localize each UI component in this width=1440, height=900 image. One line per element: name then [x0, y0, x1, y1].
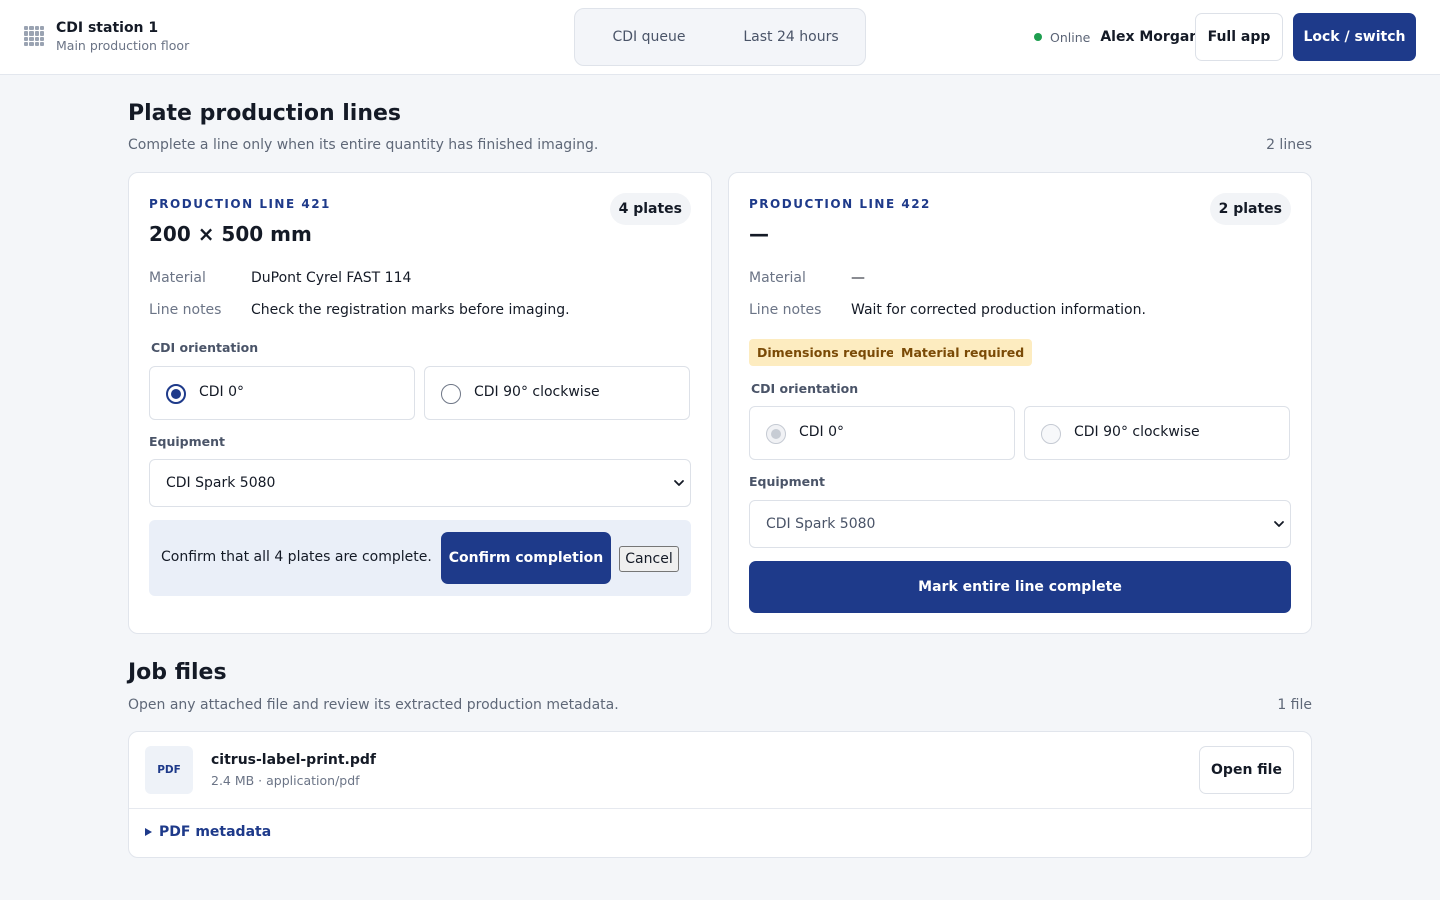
files-section-description: Open any attached file and review its ex…: [128, 697, 619, 713]
notes-value: Wait for corrected production informatio…: [851, 302, 1146, 318]
chevron-down-icon: [674, 480, 684, 486]
file-name: citrus-label-print.pdf: [211, 752, 377, 768]
equipment-select[interactable]: CDI Spark 5080: [149, 459, 691, 507]
orientation-label: CDI orientation: [151, 340, 259, 355]
orientation-option-cdi-90[interactable]: CDI 90° clockwise: [1024, 406, 1290, 460]
confirm-completion-panel: Confirm that all 4 plates are complete. …: [149, 520, 691, 596]
plates-count-badge: 4 plates: [609, 193, 691, 225]
radio-label: CDI 0°: [799, 424, 845, 440]
production-line-card-421: PRODUCTION LINE 421 200 × 500 mm 4 plate…: [128, 172, 712, 634]
tab-last-24-hours[interactable]: Last 24 hours: [735, 9, 847, 65]
equipment-selected-value: CDI Spark 5080: [766, 516, 876, 532]
radio-unchecked-icon[interactable]: [441, 384, 461, 404]
confirm-completion-button[interactable]: Confirm completion: [441, 532, 611, 584]
full-app-button[interactable]: Full app: [1195, 13, 1283, 61]
cancel-button[interactable]: Cancel: [619, 546, 679, 572]
files-count: 1 file: [1277, 697, 1312, 713]
notes-value: Check the registration marks before imag…: [251, 302, 570, 318]
material-value: DuPont Cyrel FAST 114: [251, 270, 412, 286]
orientation-option-cdi-0[interactable]: CDI 0°: [149, 366, 415, 420]
material-label: Material: [149, 270, 206, 286]
online-status-icon: [1034, 33, 1042, 41]
radio-label: CDI 90° clockwise: [1074, 424, 1200, 440]
confirm-prompt: Confirm that all 4 plates are complete.: [161, 549, 432, 565]
caret-right-icon: [145, 828, 152, 836]
notes-label: Line notes: [149, 302, 222, 318]
file-card: PDF citrus-label-print.pdf 2.4 MB · appl…: [128, 731, 1312, 858]
orientation-label: CDI orientation: [751, 381, 859, 396]
status-text: Online: [1050, 29, 1091, 45]
open-file-button[interactable]: Open file: [1199, 746, 1294, 794]
line-eyebrow: PRODUCTION LINE 421: [149, 197, 331, 211]
plates-count-badge: 2 plates: [1209, 193, 1291, 225]
lock-switch-button[interactable]: Lock / switch: [1293, 13, 1416, 61]
mark-line-complete-button[interactable]: Mark entire line complete: [749, 561, 1291, 613]
line-eyebrow: PRODUCTION LINE 422: [749, 197, 931, 211]
material-value: —: [851, 270, 865, 286]
lines-section-description: Complete a line only when its entire qua…: [128, 137, 599, 153]
pdf-metadata-toggle[interactable]: PDF metadata: [145, 824, 271, 840]
dimensions-required-badge: Dimensions required: [749, 339, 912, 366]
pdf-file-icon: PDF: [145, 746, 193, 794]
radio-checked-icon[interactable]: [166, 384, 186, 404]
radio-disabled-icon[interactable]: [1041, 424, 1061, 444]
line-dimensions: —: [749, 222, 769, 246]
files-section-title: Job files: [128, 660, 227, 685]
notes-label: Line notes: [749, 302, 822, 318]
production-line-card-422: PRODUCTION LINE 422 — 2 plates Material …: [728, 172, 1312, 634]
file-meta: 2.4 MB · application/pdf: [211, 773, 360, 788]
station-title: CDI station 1: [56, 20, 159, 36]
view-switcher: CDI queue Last 24 hours: [574, 8, 866, 66]
station-info: CDI station 1 Main production floor: [24, 20, 189, 54]
user-status: Online Alex Morgan: [1034, 13, 1199, 61]
equipment-label: Equipment: [749, 474, 825, 489]
divider: [129, 808, 1311, 809]
lines-section-title: Plate production lines: [128, 101, 402, 126]
station-subtitle: Main production floor: [56, 38, 190, 53]
orientation-option-cdi-0[interactable]: CDI 0°: [749, 406, 1015, 460]
equipment-select[interactable]: CDI Spark 5080: [749, 500, 1291, 548]
station-grid-icon: [24, 26, 44, 46]
line-dimensions: 200 × 500 mm: [149, 222, 312, 246]
orientation-option-cdi-90[interactable]: CDI 90° clockwise: [424, 366, 690, 420]
lines-count: 2 lines: [1266, 137, 1312, 153]
user-name: Alex Morgan: [1100, 29, 1200, 45]
material-required-badge: Material required: [893, 339, 1033, 366]
material-label: Material: [749, 270, 806, 286]
chevron-down-icon: [1274, 521, 1284, 527]
equipment-selected-value: CDI Spark 5080: [166, 475, 276, 491]
radio-label: CDI 90° clockwise: [474, 384, 600, 400]
radio-disabled-checked-icon[interactable]: [766, 424, 786, 444]
top-bar: CDI station 1 Main production floor CDI …: [0, 0, 1440, 75]
pdf-metadata-label: PDF metadata: [159, 824, 272, 840]
equipment-label: Equipment: [149, 434, 225, 449]
radio-label: CDI 0°: [199, 384, 245, 400]
tab-cdi-queue[interactable]: CDI queue: [591, 9, 707, 65]
